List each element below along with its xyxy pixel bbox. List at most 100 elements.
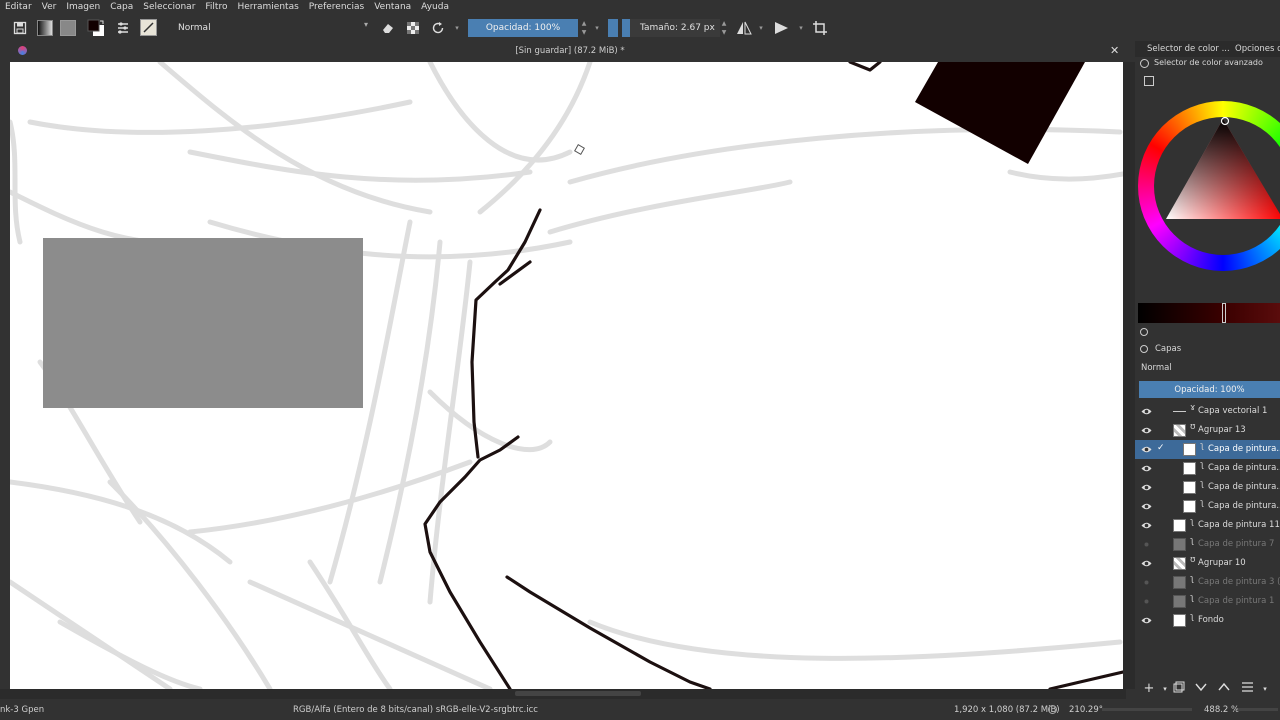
eye-icon[interactable] xyxy=(1141,615,1152,626)
layer-thumbnail xyxy=(1173,614,1186,627)
layer-row[interactable]: ʅ Capa de pintura... xyxy=(1135,459,1280,478)
chevron-down-icon: ▾ xyxy=(363,20,368,29)
menu-ventana[interactable]: Ventana xyxy=(369,0,416,14)
layer-row[interactable]: ✓ ʅ Capa de pintura... xyxy=(1135,440,1280,459)
layers-blend-mode[interactable]: Normal xyxy=(1141,363,1172,373)
size-spin-buttons[interactable]: ▲ ▼ xyxy=(720,19,728,37)
chevron-down-icon[interactable]: ▾ xyxy=(756,17,766,38)
move-layer-down-icon[interactable] xyxy=(1193,681,1209,697)
add-layer-icon[interactable]: + xyxy=(1141,681,1157,697)
chevron-down-icon[interactable]: ▾ xyxy=(452,17,462,38)
layer-name: Capa vectorial 1 xyxy=(1198,406,1268,416)
mirror-vertical-icon[interactable] xyxy=(772,17,792,38)
paint-layer-icon: ʅ xyxy=(1200,498,1205,508)
size-slider[interactable]: Tamaño: 2.67 px xyxy=(622,19,720,37)
layer-row[interactable]: ʅ Capa de pintura... xyxy=(1135,497,1280,516)
chevron-down-icon[interactable]: ▾ xyxy=(1257,681,1273,697)
layer-row[interactable]: ʊ Agrupar 10 xyxy=(1135,554,1280,573)
layer-thumbnail xyxy=(1183,443,1196,456)
color-history-icon[interactable] xyxy=(1144,76,1154,86)
right-docker-panel: Selector de color ... Opciones de Select… xyxy=(1135,41,1280,700)
canvas-artwork xyxy=(10,62,1123,689)
save-icon[interactable] xyxy=(10,17,30,38)
gradient-preset-icon[interactable] xyxy=(36,17,54,38)
duplicate-layer-icon[interactable] xyxy=(1171,681,1187,697)
zoom-slider[interactable] xyxy=(1238,708,1278,711)
menu-seleccionar[interactable]: Seleccionar xyxy=(138,0,200,14)
eye-icon[interactable] xyxy=(1141,444,1152,455)
group-layer-icon: ʊ xyxy=(1190,555,1196,565)
chevron-down-icon[interactable]: ▾ xyxy=(592,17,602,38)
layer-name: Capa de pintura... xyxy=(1208,482,1280,492)
layer-thumbnail xyxy=(1173,405,1186,418)
layer-opacity-slider[interactable]: Opacidad: 100% xyxy=(1139,381,1280,398)
layer-thumbnail xyxy=(1173,538,1186,551)
reload-preset-icon[interactable] xyxy=(428,17,448,38)
color-gradient-strip[interactable] xyxy=(1138,303,1280,323)
gear-icon[interactable] xyxy=(1140,59,1149,68)
opacity-label: Opacidad: 100% xyxy=(485,23,561,33)
status-image-dimensions: 1,920 x 1,080 (87.2 MiB) xyxy=(954,705,1060,715)
rotation-slider[interactable] xyxy=(1102,708,1192,711)
layer-row[interactable]: ʅ Capa de pintura 3 (... xyxy=(1135,573,1280,592)
menu-ver[interactable]: Ver xyxy=(37,0,62,14)
eye-icon[interactable] xyxy=(1141,482,1152,493)
brush-settings-icon[interactable] xyxy=(113,17,133,38)
hsv-color-wheel[interactable] xyxy=(1138,97,1280,277)
size-color-swatch xyxy=(606,17,620,38)
menu-preferencias[interactable]: Preferencias xyxy=(304,0,369,14)
eye-icon[interactable] xyxy=(1141,520,1152,531)
layer-row[interactable]: ʅ Capa de pintura 1 xyxy=(1135,592,1280,611)
layer-name: Capa de pintura 1 xyxy=(1198,596,1275,606)
status-colorspace: RGB/Alfa (Entero de 8 bits/canal) sRGB-e… xyxy=(293,705,538,715)
menu-capa[interactable]: Capa xyxy=(105,0,138,14)
layer-row[interactable]: ʊ Agrupar 13 xyxy=(1135,421,1280,440)
vertical-scrollbar[interactable] xyxy=(1123,62,1135,689)
opacity-spin-buttons[interactable]: ▲ ▼ xyxy=(580,19,588,37)
pattern-preset-icon[interactable] xyxy=(59,17,77,38)
horizontal-scrollbar[interactable] xyxy=(0,689,1126,699)
layer-row[interactable]: ʅ Capa de pintura 11 xyxy=(1135,516,1280,535)
size-label: Tamaño: 2.67 px xyxy=(640,23,715,33)
opacity-slider[interactable]: Opacidad: 100% xyxy=(468,19,578,37)
layer-thumbnail xyxy=(1183,462,1196,475)
eraser-icon[interactable] xyxy=(378,17,398,38)
eye-closed-icon[interactable] xyxy=(1141,596,1152,607)
menu-ayuda[interactable]: Ayuda xyxy=(416,0,454,14)
layer-thumbnail xyxy=(1173,576,1186,589)
mirror-horizontal-icon[interactable] xyxy=(734,17,754,38)
status-brush-name: nk-3 Gpen xyxy=(0,705,45,715)
saturation-value-triangle[interactable] xyxy=(1138,97,1280,277)
brush-preset-icon[interactable] xyxy=(139,17,157,38)
eye-closed-icon[interactable] xyxy=(1141,577,1152,588)
eye-icon[interactable] xyxy=(1141,558,1152,569)
tab-tool-options[interactable]: Opciones de xyxy=(1235,44,1280,54)
tab-advanced-color-selector[interactable]: Selector de color ... xyxy=(1147,44,1230,54)
layer-properties-icon[interactable] xyxy=(1239,681,1255,697)
blend-mode-select[interactable]: Normal ▾ xyxy=(162,19,372,36)
menu-editar[interactable]: Editar xyxy=(0,0,37,14)
layer-row[interactable]: ʅ Capa de pintura... xyxy=(1135,478,1280,497)
menu-filtro[interactable]: Filtro xyxy=(200,0,232,14)
layer-thumbnail xyxy=(1183,481,1196,494)
layer-row[interactable]: ɤ Capa vectorial 1 xyxy=(1135,402,1280,421)
advanced-color-selector-title: Selector de color avanzado xyxy=(1154,58,1263,67)
refresh-icon[interactable] xyxy=(1140,328,1148,336)
menu-herramientas[interactable]: Herramientas xyxy=(232,0,303,14)
layer-row[interactable]: ʅ Capa de pintura 7 xyxy=(1135,535,1280,554)
eye-closed-icon[interactable] xyxy=(1141,539,1152,550)
chevron-down-icon[interactable]: ▾ xyxy=(796,17,806,38)
preserve-alpha-icon[interactable] xyxy=(403,17,423,38)
crop-icon[interactable] xyxy=(810,17,830,38)
eye-icon[interactable] xyxy=(1141,501,1152,512)
move-layer-up-icon[interactable] xyxy=(1216,681,1232,697)
menu-imagen[interactable]: Imagen xyxy=(61,0,105,14)
eye-icon[interactable] xyxy=(1141,463,1152,474)
paint-layer-icon: ʅ xyxy=(1200,441,1205,451)
layer-row[interactable]: ʅ Fondo xyxy=(1135,611,1280,630)
eye-icon[interactable] xyxy=(1141,425,1152,436)
drawing-canvas[interactable] xyxy=(10,62,1123,689)
foreground-background-color-icon[interactable] xyxy=(85,17,107,38)
eye-icon[interactable] xyxy=(1141,406,1152,417)
scrollbar-handle[interactable] xyxy=(515,691,641,696)
